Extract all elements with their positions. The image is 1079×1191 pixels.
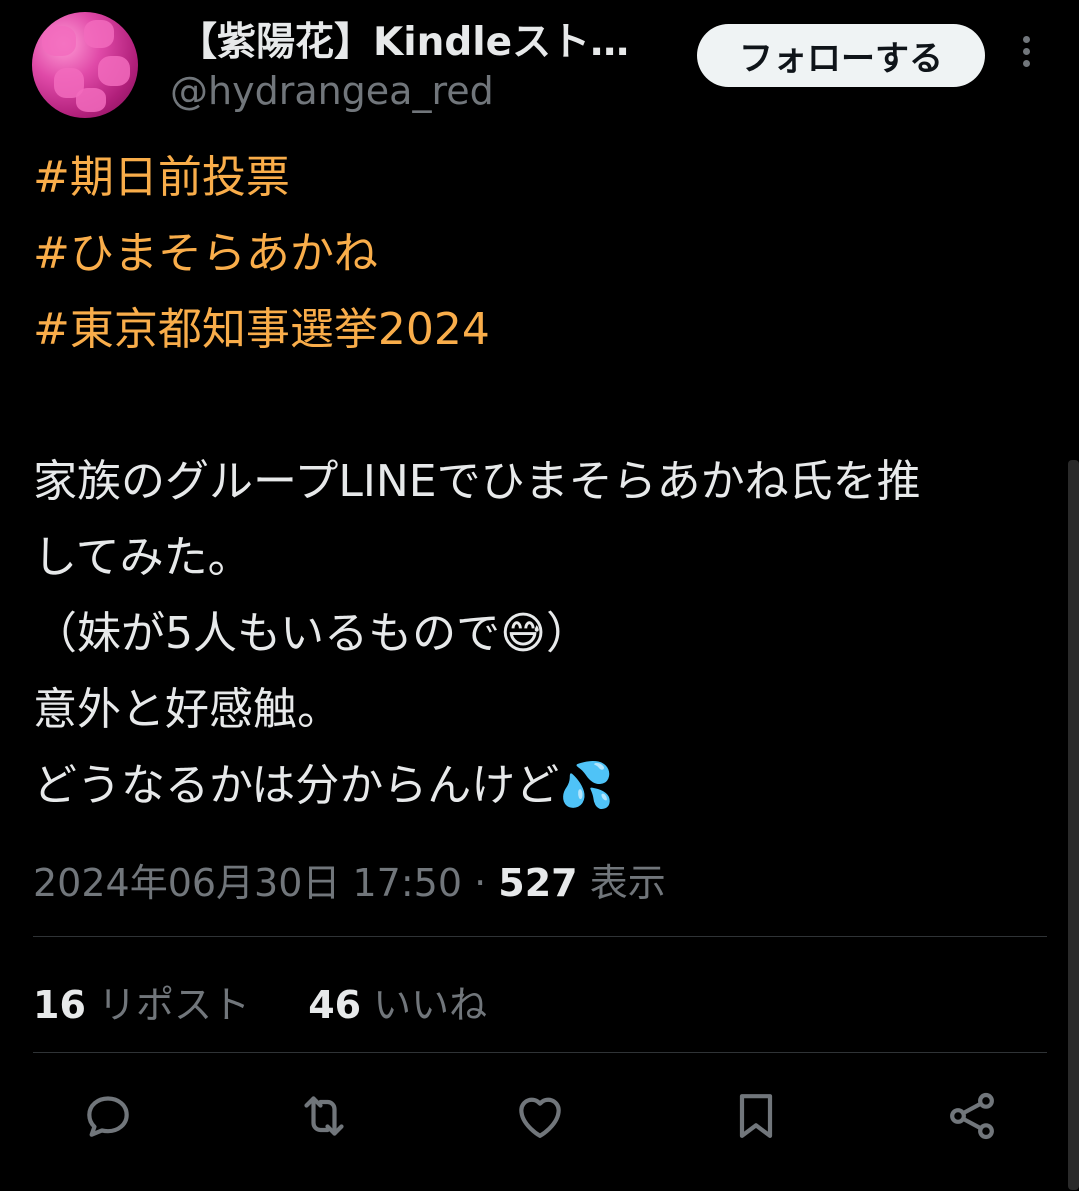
engagement-stats: 16 リポスト 46 いいね [33, 974, 487, 1029]
tweet-line: してみた。 [33, 532, 252, 583]
like-label[interactable]: いいね [373, 983, 487, 1027]
tweet-line: 意外と好感触。 [33, 684, 341, 735]
view-label: 表示 [589, 861, 666, 905]
like-icon[interactable] [512, 1088, 568, 1144]
bookmark-icon[interactable] [728, 1088, 784, 1144]
follow-button[interactable]: フォローする [697, 24, 985, 87]
hashtag-link[interactable]: #期日前投票 [33, 152, 290, 203]
tweet-meta: 2024年06月30日 17:50 · 527 表示 [33, 852, 666, 907]
like-count[interactable]: 46 [308, 983, 361, 1027]
action-bar [0, 1088, 1079, 1148]
tweet-text: #期日前投票 #ひまそらあかね #東京都知事選挙2024 家族のグループLINE… [33, 140, 1043, 824]
meta-separator: · [474, 861, 487, 905]
tweet-line: どうなるかは分からんけど💦 [33, 760, 615, 811]
scrollbar[interactable] [1068, 460, 1079, 1190]
divider [33, 1052, 1047, 1053]
hashtag-link[interactable]: #ひまそらあかね [33, 228, 378, 279]
repost-label[interactable]: リポスト [98, 983, 250, 1027]
tweet-line: （妹が5人もいるもので😅） [33, 608, 590, 659]
display-name[interactable]: 【紫陽花】Kindleスト… [178, 18, 648, 68]
view-count: 527 [498, 861, 578, 905]
share-icon[interactable] [944, 1088, 1000, 1144]
repost-icon[interactable] [296, 1088, 352, 1144]
hashtag-link[interactable]: #東京都知事選挙2024 [33, 304, 490, 355]
divider [33, 936, 1047, 937]
tweet-page: 【紫陽花】Kindleスト… @hydrangea_red フォローする #期日… [0, 0, 1079, 1191]
reply-icon[interactable] [80, 1088, 136, 1144]
repost-count[interactable]: 16 [33, 983, 86, 1027]
more-options-icon[interactable] [1016, 36, 1036, 76]
tweet-line: 家族のグループLINEでひまそらあかね氏を推 [33, 456, 921, 507]
timestamp[interactable]: 2024年06月30日 17:50 [33, 861, 462, 905]
user-handle[interactable]: @hydrangea_red [170, 68, 494, 114]
avatar[interactable] [32, 12, 138, 118]
